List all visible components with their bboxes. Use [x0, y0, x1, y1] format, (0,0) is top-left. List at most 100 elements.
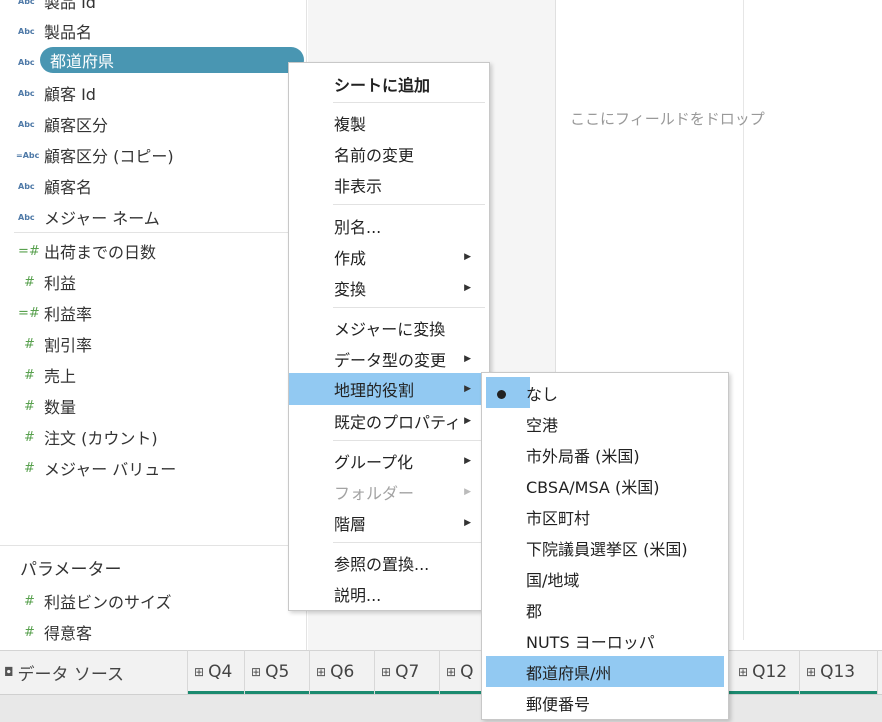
field-measure-names[interactable]: Abc メジャー ネーム [0, 204, 160, 230]
field-label: 都道府県 [50, 52, 115, 71]
worksheet-icon: ⊞ [194, 665, 205, 679]
field-product-id[interactable]: Abc 製品 Id [0, 0, 96, 14]
field-quantity[interactable]: # 数量 [0, 393, 76, 419]
worksheet-icon: ⊞ [251, 665, 262, 679]
param-profit-bin-size[interactable]: # 利益ビンのサイズ [0, 588, 172, 614]
number-type-icon: # [24, 367, 35, 383]
tab-data-source[interactable]: ◘ データ ソース [0, 650, 188, 694]
menu-label: 下院議員選挙区 (米国) [526, 539, 688, 559]
geo-role-nuts-europe[interactable]: NUTS ヨーロッパ [482, 625, 728, 656]
submenu-arrow-icon: ▶ [464, 486, 471, 497]
string-type-icon: Abc [18, 212, 35, 222]
tab-sheet-q6[interactable]: ⊞ Q6 [310, 650, 375, 694]
field-label: 製品名 [44, 23, 93, 42]
tab-sheet-q12[interactable]: ⊞ Q12 [728, 650, 800, 694]
canvas-divider [743, 0, 744, 640]
field-measure-values[interactable]: # メジャー バリュー [0, 455, 176, 481]
field-label: 数量 [44, 398, 77, 417]
menu-group-by[interactable]: グループ化 ▶ [289, 445, 489, 476]
menu-convert-to-measure[interactable]: メジャーに変換 [289, 312, 489, 343]
tab-label: データ ソース [17, 664, 125, 685]
number-type-icon: # [24, 274, 35, 290]
menu-label: 変換 [334, 279, 367, 299]
menu-create[interactable]: 作成 ▶ [289, 241, 489, 272]
field-product-name[interactable]: Abc 製品名 [0, 18, 92, 44]
number-type-icon: # [24, 624, 35, 640]
worksheet-icon: ⊞ [806, 665, 817, 679]
menu-separator [333, 102, 485, 103]
tab-sheet-q4[interactable]: ⊞ Q4 [188, 650, 245, 694]
menu-label: 作成 [334, 248, 367, 268]
menu-rename[interactable]: 名前の変更 [289, 138, 489, 169]
field-customer-segment-copy[interactable]: =Abc 顧客区分 (コピー) [0, 142, 174, 168]
menu-change-data-type[interactable]: データ型の変更 ▶ [289, 343, 489, 374]
geo-role-zip-code[interactable]: 郵便番号 [482, 687, 728, 718]
geo-role-county[interactable]: 郡 [482, 594, 728, 625]
field-order-count[interactable]: # 注文 (カウント) [0, 424, 158, 450]
parameters-title: パラメーター [20, 560, 122, 580]
menu-add-to-sheet[interactable]: シートに追加 [289, 68, 489, 99]
menu-hide[interactable]: 非表示 [289, 169, 489, 200]
field-customer-segment[interactable]: Abc 顧客区分 [0, 111, 108, 137]
geo-role-country-region[interactable]: 国/地域 [482, 563, 728, 594]
field-profit-ratio[interactable]: =# 利益率 [0, 300, 92, 326]
geo-role-congressional-district[interactable]: 下院議員選挙区 (米国) [482, 532, 728, 563]
geo-role-state-province[interactable]: 都道府県/州 [486, 656, 724, 687]
tab-sheet-q13[interactable]: ⊞ Q13 [800, 650, 878, 694]
number-type-icon: # [24, 398, 35, 414]
number-type-icon: # [24, 336, 35, 352]
tab-sheet-q7[interactable]: ⊞ Q7 [375, 650, 440, 694]
menu-transform[interactable]: 変換 ▶ [289, 272, 489, 303]
menu-aliases[interactable]: 別名... [289, 210, 489, 241]
field-label: 利益 [44, 274, 77, 293]
menu-label: CBSA/MSA (米国) [526, 477, 660, 497]
menu-label: 都道府県/州 [526, 663, 612, 683]
menu-label: グループ化 [334, 452, 414, 472]
geo-role-area-code[interactable]: 市外局番 (米国) [482, 439, 728, 470]
menu-separator [333, 307, 485, 308]
submenu-arrow-icon: ▶ [464, 415, 471, 426]
calc-number-type-icon: =# [18, 243, 40, 259]
menu-folders: フォルダー ▶ [289, 476, 489, 507]
geo-role-cbsa-msa[interactable]: CBSA/MSA (米国) [482, 470, 728, 501]
field-prefecture[interactable]: 都道府県 [40, 47, 304, 73]
field-label: 製品 Id [44, 0, 96, 12]
field-label: 顧客名 [44, 178, 93, 197]
submenu-arrow-icon: ▶ [464, 353, 471, 364]
submenu-arrow-icon: ▶ [464, 251, 471, 262]
menu-label: 非表示 [334, 176, 383, 196]
field-profit[interactable]: # 利益 [0, 269, 76, 295]
submenu-arrow-icon: ▶ [464, 282, 471, 293]
field-discount[interactable]: # 割引率 [0, 331, 92, 357]
geo-role-city[interactable]: 市区町村 [482, 501, 728, 532]
number-type-icon: # [24, 460, 35, 476]
string-type-icon: Abc [18, 57, 35, 67]
geo-role-airport[interactable]: 空港 [482, 408, 728, 439]
string-type-icon: Abc [18, 26, 35, 36]
field-customer-id[interactable]: Abc 顧客 Id [0, 80, 96, 106]
menu-duplicate[interactable]: 複製 [289, 107, 489, 138]
geo-role-none[interactable]: なし [482, 377, 728, 408]
menu-describe[interactable]: 説明... [289, 578, 489, 609]
menu-label: 参照の置換... [334, 554, 430, 574]
field-label: 割引率 [44, 336, 93, 355]
tab-label: Q12 [752, 662, 788, 682]
menu-label: 既定のプロパティ [334, 412, 462, 432]
menu-replace-references[interactable]: 参照の置換... [289, 547, 489, 578]
menu-label: 説明... [334, 585, 382, 605]
field-days-to-ship[interactable]: =# 出荷までの日数 [0, 238, 156, 264]
menu-label: データ型の変更 [334, 350, 447, 370]
menu-label: 市外局番 (米国) [526, 446, 640, 466]
field-sales[interactable]: # 売上 [0, 362, 76, 388]
menu-default-properties[interactable]: 既定のプロパティ ▶ [289, 405, 489, 436]
menu-geographic-role[interactable]: 地理的役割 ▶ [289, 373, 489, 405]
menu-label: フォルダー [334, 483, 415, 503]
param-top-customers[interactable]: # 得意客 [0, 619, 92, 645]
menu-hierarchy[interactable]: 階層 ▶ [289, 507, 489, 538]
menu-separator [333, 204, 485, 205]
number-type-icon: # [24, 593, 35, 609]
menu-label: なし [526, 384, 559, 404]
field-label: 顧客区分 [44, 116, 109, 135]
tab-sheet-q5[interactable]: ⊞ Q5 [245, 650, 310, 694]
field-customer-name[interactable]: Abc 顧客名 [0, 173, 92, 199]
